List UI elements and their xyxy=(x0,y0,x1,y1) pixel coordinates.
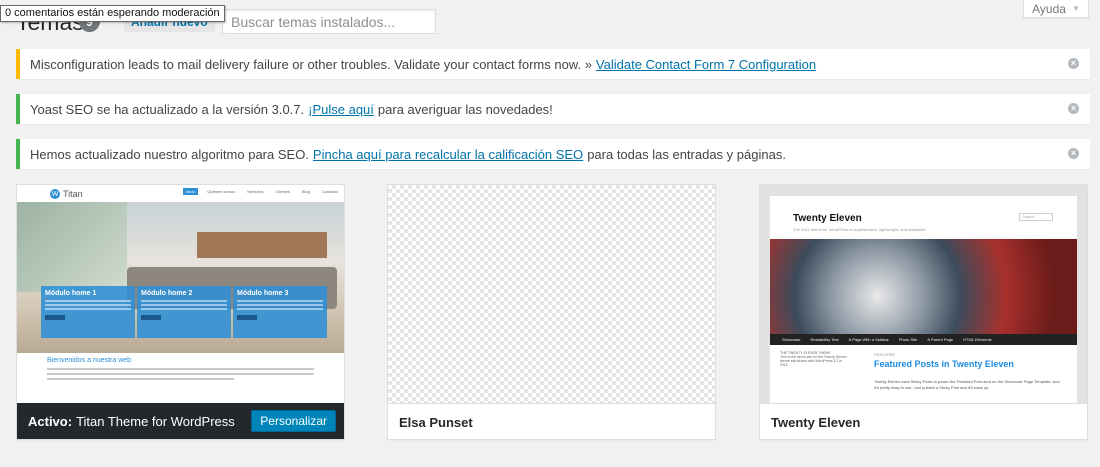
notice-text-after: para todas las entradas y páginas. xyxy=(587,146,786,162)
help-label: Ayuda xyxy=(1032,1,1066,16)
preview-module: Módulo home 1 xyxy=(41,286,135,338)
preview-tagline: The 2011 theme for WordPress is sophisti… xyxy=(793,227,926,232)
preview-module: Módulo home 3 xyxy=(233,286,327,338)
transparency-checkerboard xyxy=(388,185,715,403)
preview-featured-label: FEATURED xyxy=(874,352,896,357)
notice-link[interactable]: Pincha aquí para recalcular la calificac… xyxy=(313,147,583,162)
theme-name: Elsa Punset xyxy=(399,414,473,430)
preview-body: Bienvenidos a nuestra web xyxy=(17,353,344,403)
theme-card-elsa-punset[interactable]: Elsa Punset xyxy=(387,184,716,440)
preview-module-title: Módulo home 2 xyxy=(141,290,193,297)
preview-menu-item: Servicios xyxy=(247,189,264,194)
preview-cabinet xyxy=(197,232,327,258)
preview-menu-item: Readability Test xyxy=(810,337,839,342)
chevron-down-icon: ▼ xyxy=(1071,4,1080,13)
preview-logo-text: Titan xyxy=(63,189,83,199)
preview-menu-item: Photo Site xyxy=(898,337,918,342)
preview-sidebar: THE TWENTY ELEVEN THEME This is the demo… xyxy=(780,351,850,367)
preview-site-title: Twenty Eleven xyxy=(793,213,862,224)
preview-featured-text: Twenty Eleven uses Sticky Posts to power… xyxy=(874,379,1060,390)
dismiss-icon[interactable]: × xyxy=(1068,58,1079,69)
dismiss-icon[interactable]: × xyxy=(1068,103,1079,114)
preview-sidebar-text: This is the demo site for the Twenty Ele… xyxy=(780,355,847,367)
notice-link[interactable]: ¡Pulse aquí xyxy=(308,102,374,117)
preview-module: Módulo home 2 xyxy=(137,286,231,338)
theme-card-titan[interactable]: W Titan Inicio Quiénes somos Servicios C… xyxy=(16,184,345,440)
preview-menu-item: Clientes xyxy=(275,189,290,194)
dismiss-icon[interactable]: × xyxy=(1068,148,1079,159)
notice-link[interactable]: Validate Contact Form 7 Configuration xyxy=(596,57,816,72)
preview-menu-item: A Parent Page xyxy=(927,337,954,342)
notice-text: Misconfiguration leads to mail delivery … xyxy=(30,56,592,72)
theme-name-bar: Elsa Punset xyxy=(388,403,715,439)
preview-nav: W Titan Inicio Quiénes somos Servicios C… xyxy=(17,185,344,202)
theme-screenshot: Twenty Eleven The 2011 theme for WordPre… xyxy=(760,185,1087,403)
preview-header-image xyxy=(770,239,1077,334)
notice-contact-form: Misconfiguration leads to mail delivery … xyxy=(16,49,1090,79)
theme-name: Titan Theme for WordPress xyxy=(76,414,235,429)
preview-menu-item: Showcase xyxy=(782,337,801,342)
theme-card-twenty-eleven[interactable]: Twenty Eleven The 2011 theme for WordPre… xyxy=(759,184,1088,440)
preview-module-title: Módulo home 1 xyxy=(45,290,97,297)
preview-modules: Módulo home 1 Módulo home 2 Módulo home … xyxy=(41,286,327,338)
preview-menu: Inicio Quiénes somos Servicios Clientes … xyxy=(183,188,341,195)
search-input[interactable] xyxy=(222,9,436,34)
help-tab-button[interactable]: Ayuda ▼ xyxy=(1023,0,1089,18)
preview-menu: Showcase Readability Test A Page With a … xyxy=(770,334,1077,345)
preview-menu-item: Blog xyxy=(301,189,310,194)
preview-menu-item: HTML Elements xyxy=(963,337,992,342)
logo-icon: W xyxy=(50,189,60,199)
notice-text: Yoast SEO se ha actualizado a la versión… xyxy=(30,101,305,117)
theme-name-bar: Twenty Eleven xyxy=(760,403,1087,439)
theme-name-bar: Activo: Titan Theme for WordPress Person… xyxy=(17,403,344,439)
notice-yoast-update: Yoast SEO se ha actualizado a la versión… xyxy=(16,94,1090,124)
customize-button[interactable]: Personalizar xyxy=(251,410,336,432)
notice-seo-algorithm: Hemos actualizado nuestro algoritmo para… xyxy=(16,139,1090,169)
notice-text-after: para averiguar las novedades! xyxy=(377,101,553,117)
preview-menu-item: A Page With a Sidebar xyxy=(848,337,889,342)
notice-text: Hemos actualizado nuestro algoritmo para… xyxy=(30,146,309,162)
preview-page: Twenty Eleven The 2011 theme for WordPre… xyxy=(770,196,1077,403)
active-label: Activo: xyxy=(28,414,73,429)
preview-search: Search xyxy=(1019,213,1053,221)
preview-featured-title: Featured Posts in Twenty Eleven xyxy=(874,359,1014,369)
preview-welcome: Bienvenidos a nuestra web xyxy=(47,357,132,364)
preview-module-title: Módulo home 3 xyxy=(237,290,289,297)
moderation-tooltip: 0 comentarios están esperando moderación xyxy=(0,5,225,22)
theme-name: Twenty Eleven xyxy=(771,414,861,430)
preview-menu-item: Inicio xyxy=(183,188,199,195)
preview-logo: W Titan xyxy=(50,189,83,199)
theme-screenshot-placeholder xyxy=(388,185,715,403)
preview-menu-item: Quiénes somos xyxy=(207,189,236,194)
preview-menu-item: Contacto xyxy=(321,189,338,194)
preview-window xyxy=(17,202,127,292)
theme-screenshot: W Titan Inicio Quiénes somos Servicios C… xyxy=(17,185,344,403)
